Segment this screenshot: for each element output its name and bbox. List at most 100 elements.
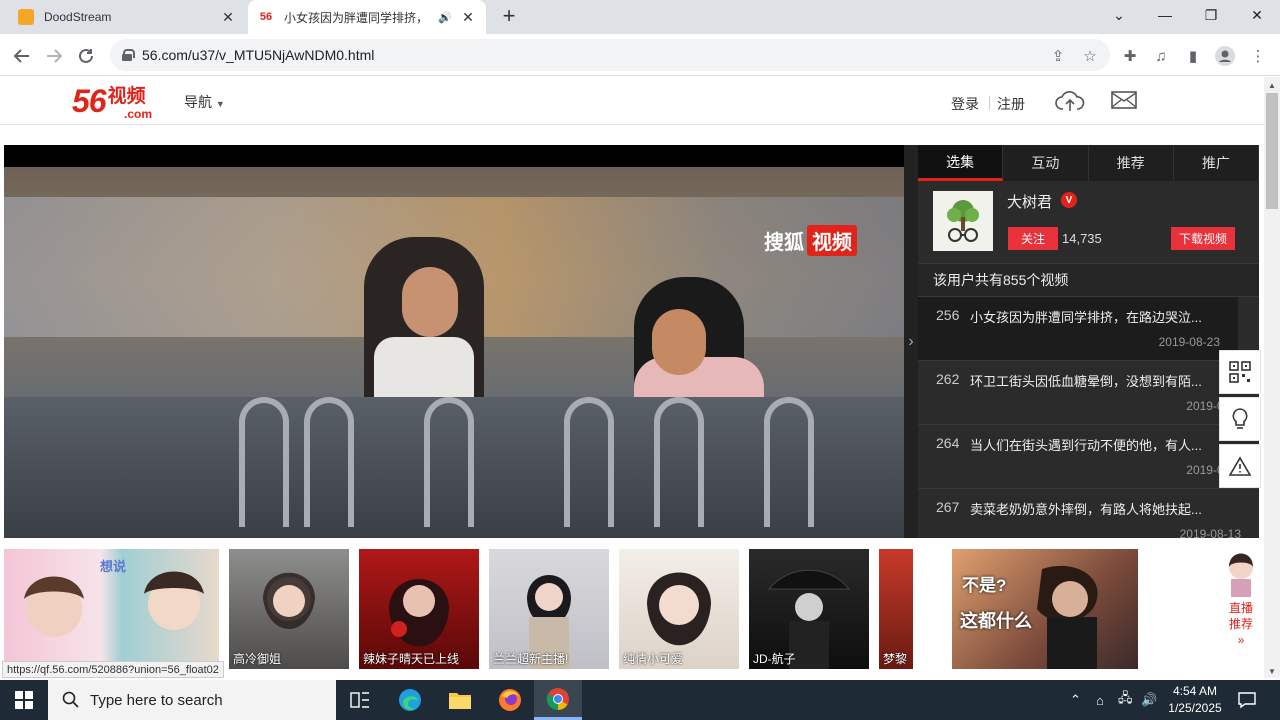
ad-card-label: 辣妹子晴天已上线 — [363, 652, 460, 666]
feedback-button[interactable] — [1219, 397, 1261, 441]
profile-icon[interactable] — [1215, 46, 1235, 66]
tab-recommend[interactable]: 推荐 — [1089, 145, 1174, 181]
uploader-card: 大树君 V 关注 14,735 下载视频 — [918, 181, 1259, 263]
qr-code-button[interactable] — [1219, 350, 1261, 394]
start-button[interactable] — [0, 680, 48, 720]
download-video-button[interactable]: 下载视频 — [1171, 227, 1235, 250]
site-logo[interactable]: 56 视频 .com — [72, 83, 152, 121]
message-envelope-icon[interactable] — [1110, 89, 1140, 113]
menu-kebab-icon[interactable]: ⋮ — [1248, 46, 1268, 66]
edge-browser-icon[interactable] — [386, 680, 434, 720]
warning-triangle-icon — [1229, 456, 1251, 476]
avatar-icon — [1215, 46, 1235, 66]
uploader-avatar[interactable] — [933, 191, 993, 251]
extensions-icon[interactable]: ✚ — [1120, 46, 1140, 66]
bookmark-star-icon[interactable]: ☆ — [1080, 46, 1100, 66]
caret-down-icon: ▼ — [215, 99, 225, 109]
ad-card-label: JD-航子 — [753, 652, 796, 666]
speaker-icon[interactable]: 🔊 — [438, 11, 452, 24]
uploader-name[interactable]: 大树君 — [1007, 191, 1052, 212]
share-icon[interactable]: ⇪ — [1048, 46, 1068, 66]
live-recommend-button[interactable]: 直播 推荐 » — [1220, 545, 1262, 667]
forward-button[interactable] — [40, 42, 68, 70]
chrome-icon[interactable] — [534, 680, 582, 720]
panel-collapse-chevron-icon[interactable]: › — [904, 145, 918, 538]
live-label-1: 直播 — [1228, 601, 1253, 615]
tab-episodes[interactable]: 选集 — [918, 145, 1004, 181]
page-scrollbar[interactable]: ▲ ▼ — [1264, 77, 1280, 678]
verified-badge-icon: V — [1061, 192, 1077, 208]
fence-rail — [654, 397, 704, 527]
fence-rail — [564, 397, 614, 527]
back-button[interactable] — [8, 42, 36, 70]
video-title: 卖菜老奶奶意外摔倒，有路人将她扶起... — [970, 502, 1202, 517]
follow-button[interactable]: 关注 — [1008, 227, 1058, 250]
fence-rail — [424, 397, 474, 527]
upload-cloud-icon[interactable] — [1055, 89, 1085, 113]
close-tab-icon[interactable]: ✕ — [220, 9, 236, 26]
minimize-button[interactable]: — — [1142, 0, 1188, 30]
double-chevron-icon: » — [1237, 633, 1245, 647]
task-view-icon[interactable] — [336, 680, 384, 720]
ad-promo-banner[interactable]: 不是? 这都什么 — [952, 549, 1138, 669]
ad-card[interactable]: 兰兰超新主播! — [489, 549, 609, 669]
side-panel-icon[interactable]: ▮ — [1183, 46, 1203, 66]
file-explorer-icon[interactable] — [436, 680, 484, 720]
network-icon[interactable]: 🖧 — [1118, 680, 1133, 720]
media-control-icon[interactable]: ♫ — [1151, 46, 1171, 66]
taskbar-search[interactable]: Type here to search — [48, 680, 336, 720]
tab-search-icon[interactable]: ⌄ — [1096, 0, 1142, 30]
promo-line-1: 不是? — [962, 576, 1007, 595]
sohu-video-watermark: 搜狐 视频 — [764, 225, 857, 256]
close-tab-icon[interactable]: ✕ — [460, 9, 476, 26]
video-number: 264 — [936, 435, 960, 451]
scroll-down-arrow-icon[interactable]: ▼ — [1268, 667, 1276, 676]
notification-icon[interactable] — [1238, 680, 1256, 720]
back-arrow-icon — [13, 49, 29, 63]
show-hidden-icons[interactable]: ⌃ — [1070, 680, 1081, 720]
nav-menu-label: 导航 — [184, 94, 212, 110]
report-button[interactable] — [1219, 444, 1261, 488]
video-list-item[interactable]: 267 卖菜老奶奶意外摔倒，有路人将她扶起... 2019-08-13 — [918, 489, 1259, 538]
video-player[interactable]: 搜狐 视频 — [4, 145, 904, 538]
firefox-icon[interactable] — [486, 680, 534, 720]
tab-promote[interactable]: 推广 — [1174, 145, 1259, 181]
video-list-item[interactable]: 256 小女孩因为胖遭同学排挤，在路边哭泣... 2019-08-23 — [918, 297, 1238, 361]
tab-doodstream[interactable]: DoodStream ✕ — [8, 0, 246, 34]
ad-card[interactable]: 纯情小可爱 — [619, 549, 739, 669]
streamer-portrait-icon: 想说 — [24, 559, 204, 637]
live-label-2: 推荐 — [1228, 617, 1253, 631]
browser-tabstrip: DoodStream ✕ 56 小女孩因为胖遭同学排挤， 🔊 ✕ + ⌄ — ❐… — [0, 0, 1280, 34]
register-link[interactable]: 注册 — [997, 94, 1025, 114]
ad-card-label: 纯情小可爱 — [623, 652, 684, 666]
video-date: 2019-08-23 — [1158, 335, 1220, 349]
ad-card[interactable]: 梦黎 — [879, 549, 913, 669]
new-tab-button[interactable]: + — [496, 5, 522, 29]
tab-interact[interactable]: 互动 — [1003, 145, 1089, 181]
video-title: 环卫工街头因低血糖晕倒，没想到有陌... — [970, 374, 1202, 389]
lightbulb-icon — [1232, 408, 1248, 429]
address-bar[interactable]: 56.com/u37/v_MTU5NjAwNDM0.html — [110, 39, 1110, 71]
video-list-item[interactable]: 262 环卫工街头因低血糖晕倒，没想到有陌... 2019-08-2 — [918, 361, 1259, 425]
scroll-thumb[interactable] — [1266, 93, 1278, 209]
tab-title: DoodStream — [44, 10, 112, 24]
video-number: 267 — [936, 499, 960, 515]
ad-card[interactable]: JD-航子 — [749, 549, 869, 669]
restore-button[interactable]: ❐ — [1188, 0, 1234, 30]
taskbar-clock[interactable]: 4:54 AM 1/25/2025 — [1160, 683, 1230, 717]
nav-menu[interactable]: 导航 ▼ — [184, 92, 225, 112]
login-link[interactable]: 登录 — [951, 94, 979, 114]
ad-card[interactable]: 高冷御姐 — [229, 549, 349, 669]
video-list-item[interactable]: 264 当人们在街头遇到行动不便的他，有人... 2019-08-1 — [918, 425, 1259, 489]
reload-button[interactable] — [72, 42, 100, 70]
ad-card-featured[interactable]: 想说 — [4, 549, 219, 669]
video-frame[interactable]: 搜狐 视频 — [4, 167, 904, 538]
ad-card[interactable]: 辣妹子晴天已上线 — [359, 549, 479, 669]
close-window-button[interactable]: ✕ — [1234, 0, 1280, 30]
video-number: 256 — [936, 307, 960, 323]
tab-56-video[interactable]: 56 小女孩因为胖遭同学排挤， 🔊 ✕ — [248, 0, 486, 34]
scroll-up-arrow-icon[interactable]: ▲ — [1268, 81, 1276, 90]
network-device-icon[interactable]: ⌂ — [1096, 680, 1104, 720]
video-title: 小女孩因为胖遭同学排挤，在路边哭泣... — [970, 310, 1202, 325]
volume-icon[interactable]: 🔊 — [1141, 680, 1157, 720]
